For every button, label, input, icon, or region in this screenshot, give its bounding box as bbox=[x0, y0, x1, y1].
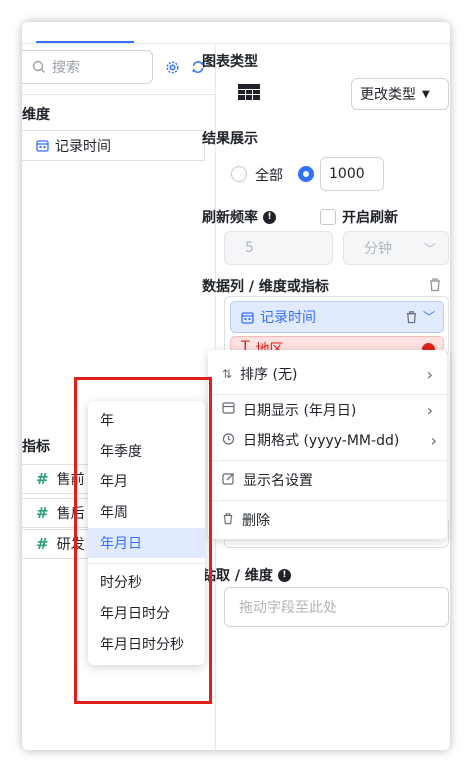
menu-item-sort[interactable]: ⇅ 排序 (无) › bbox=[208, 358, 447, 390]
result-all-label: 全部 bbox=[255, 168, 283, 184]
chevron-right-icon: › bbox=[430, 430, 437, 450]
menu-item-date-display[interactable]: 日期显示 (年月日) › bbox=[208, 394, 447, 426]
result-count-radio[interactable] bbox=[298, 166, 314, 182]
result-label: 结果展示 bbox=[202, 131, 258, 147]
drill-placeholder: 拖动字段至此处 bbox=[239, 600, 337, 616]
tab-bar bbox=[22, 22, 450, 44]
menu-item-label: 日期显示 (年月日) bbox=[243, 403, 357, 419]
edit-icon bbox=[222, 472, 235, 489]
search-placeholder: 搜索 bbox=[52, 60, 80, 76]
metric-title: 指标 bbox=[22, 439, 50, 455]
chart-type-label: 图表类型 bbox=[202, 54, 258, 70]
refresh-unit-select[interactable]: 分钟 ﹀ bbox=[343, 231, 449, 265]
menu-item-display-name[interactable]: 显示名设置 bbox=[208, 464, 447, 496]
search-input[interactable]: 搜索 bbox=[22, 50, 153, 84]
refresh-interval-input[interactable]: 5 bbox=[224, 231, 333, 265]
calendar-icon bbox=[36, 140, 49, 152]
menu-divider bbox=[208, 500, 447, 501]
chevron-down-icon: ﹀ bbox=[423, 241, 436, 256]
change-type-label: 更改类型 bbox=[360, 87, 416, 103]
drill-label: 钻取 / 维度 ! bbox=[202, 565, 291, 585]
menu-divider bbox=[208, 460, 447, 461]
left-divider bbox=[22, 94, 215, 95]
calendar-outline-icon bbox=[222, 402, 235, 418]
refresh-interval-value: 5 bbox=[245, 240, 254, 256]
dimension-field-label: 记录时间 bbox=[55, 138, 111, 155]
search-icon bbox=[32, 60, 45, 73]
column-chip-record-time[interactable]: 记录时间 ﹀ bbox=[230, 301, 444, 333]
gear-icon[interactable] bbox=[163, 58, 181, 76]
calendar-icon bbox=[241, 311, 254, 324]
sort-icon: ⇅ bbox=[222, 367, 233, 381]
highlight-annotation-box bbox=[74, 377, 212, 704]
refresh-enable-label: 开启刷新 bbox=[342, 210, 398, 226]
number-icon: # bbox=[36, 535, 49, 553]
table-icon[interactable] bbox=[238, 84, 260, 104]
menu-item-label: 显示名设置 bbox=[243, 473, 313, 489]
clock-icon bbox=[222, 432, 235, 449]
chevron-down-icon[interactable]: ﹀ bbox=[423, 308, 435, 325]
refresh-label: 刷新频率 ! bbox=[202, 207, 276, 227]
result-count-input[interactable]: 1000 bbox=[320, 157, 384, 191]
chevron-right-icon: › bbox=[426, 400, 433, 420]
result-count-value: 1000 bbox=[329, 166, 365, 182]
dimension-field[interactable]: 记录时间 bbox=[22, 130, 205, 161]
drill-label-text: 钻取 / 维度 bbox=[202, 568, 273, 584]
dimension-title: 维度 bbox=[22, 107, 50, 123]
change-type-button[interactable]: 更改类型 ▼ bbox=[351, 78, 449, 110]
columns-label: 数据列 / 维度或指标 bbox=[202, 279, 329, 295]
refresh-label-text: 刷新频率 bbox=[202, 210, 258, 226]
menu-item-label: 日期格式 (yyyy-MM-dd) bbox=[243, 433, 400, 449]
context-menu: ⇅ 排序 (无) › 日期显示 (年月日) › 日期格式 (yyyy-MM-dd… bbox=[208, 350, 447, 539]
active-tab-indicator bbox=[36, 41, 134, 43]
menu-item-date-format[interactable]: 日期格式 (yyyy-MM-dd) › bbox=[208, 424, 447, 456]
trash-icon[interactable] bbox=[405, 310, 418, 328]
column-chip-label: 记录时间 bbox=[260, 310, 316, 326]
trash-icon[interactable] bbox=[428, 277, 442, 296]
menu-item-delete[interactable]: 删除 bbox=[208, 504, 447, 536]
chevron-right-icon: › bbox=[426, 364, 433, 384]
refresh-unit-value: 分钟 bbox=[364, 241, 392, 257]
info-icon: ! bbox=[263, 210, 276, 224]
result-all-radio[interactable] bbox=[231, 166, 247, 182]
trash-icon bbox=[222, 512, 234, 529]
menu-item-label: 排序 (无) bbox=[240, 367, 298, 383]
refresh-enable-checkbox[interactable] bbox=[320, 209, 336, 225]
caret-down-icon: ▼ bbox=[422, 88, 430, 100]
info-icon: ! bbox=[277, 568, 291, 582]
drill-drop-zone[interactable]: 拖动字段至此处 bbox=[224, 587, 449, 627]
number-icon: # bbox=[36, 470, 49, 488]
number-icon: # bbox=[36, 504, 49, 522]
menu-item-label: 删除 bbox=[242, 513, 270, 529]
